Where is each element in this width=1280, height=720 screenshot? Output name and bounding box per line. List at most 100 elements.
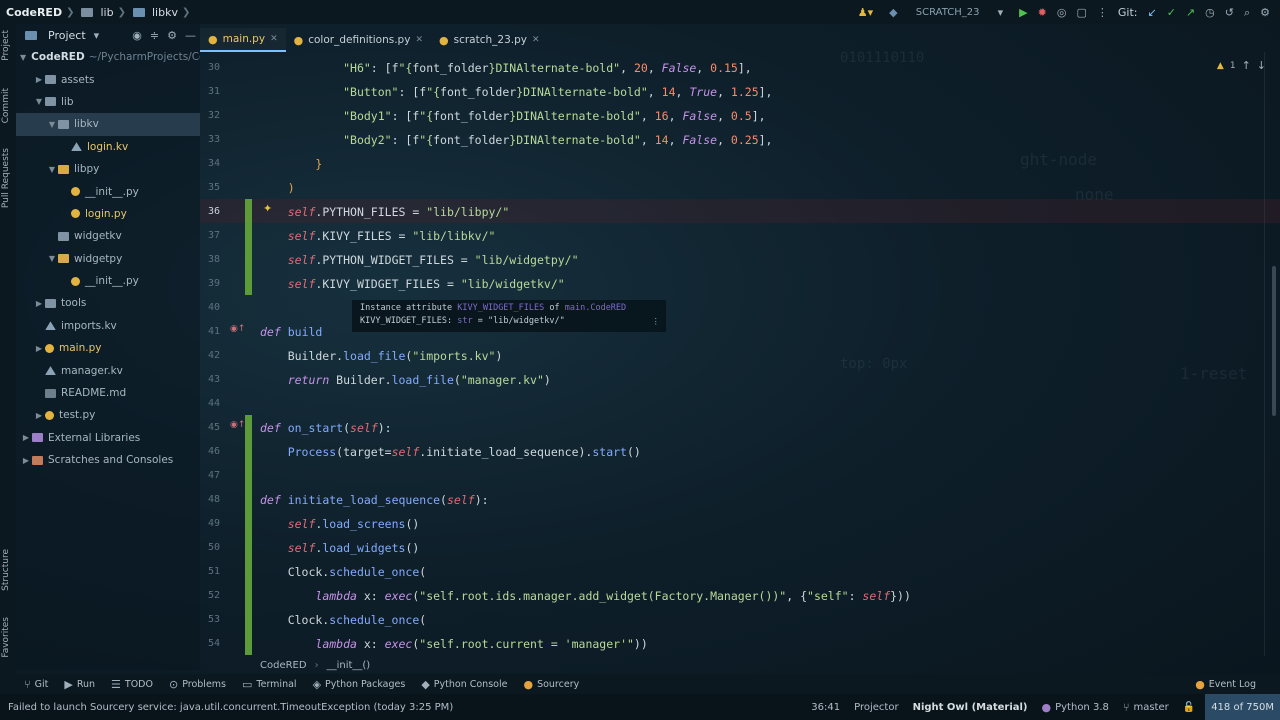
code-line[interactable]: "Body1": [f"{font_folder}DINAlternate-bo… [260,104,765,128]
chevron-right-icon[interactable]: ▶ [20,456,32,465]
code-line[interactable]: Builder.load_file("imports.kv") [260,344,503,368]
code-line[interactable]: self.PYTHON_FILES = "lib/libpy/" [260,200,510,224]
target-icon[interactable]: ◉ [132,30,142,41]
more-icon[interactable]: ⋮ [1097,7,1108,18]
tab-main-py[interactable]: ● main.py ✕ [200,28,286,52]
code-line[interactable]: "Body2": [f"{font_folder}DINAlternate-bo… [260,128,772,152]
inspection-widget[interactable]: ▲ 1 ↑ ↓ [1217,60,1266,71]
tree-item[interactable]: __init__.py [16,270,200,292]
toolwindow-todo[interactable]: ☰ TODO [111,679,153,690]
code-line[interactable]: self.load_widgets() [260,536,420,560]
tree-item[interactable]: ▼ widgetpy [16,248,200,270]
tree-item[interactable]: __init__.py [16,180,200,202]
override-icon[interactable]: ◉↑ [230,325,245,334]
code-line[interactable]: self.KIVY_FILES = "lib/libkv/" [260,224,496,248]
status-message[interactable]: Failed to launch Sourcery service: java.… [8,702,797,713]
chevron-right-icon[interactable]: ▶ [20,433,32,442]
chevron-right-icon[interactable]: ▶ [33,344,45,353]
code-line[interactable]: def initiate_load_sequence(self): [260,488,489,512]
code-editor[interactable]: "H6": [f"{font_folder}DINAlternate-bold"… [260,56,1222,656]
tree-item[interactable]: ▶ assets [16,68,200,90]
branch-widget[interactable]: ⑂ master [1123,702,1169,713]
toolwindow-terminal[interactable]: ▭ Terminal [242,679,297,690]
toolwindow-python-packages[interactable]: ◈ Python Packages [313,679,406,690]
chevron-right-icon[interactable]: ▶ [33,75,45,84]
code-line[interactable]: "H6": [f"{font_folder}DINAlternate-bold"… [260,56,752,80]
tooltip-type[interactable]: str [457,316,472,326]
code-line[interactable]: ) [260,176,295,200]
git-commit-icon[interactable]: ✓ [1167,7,1176,18]
tree-item[interactable]: widgetkv [16,225,200,247]
tree-item[interactable]: ▶ test.py [16,404,200,426]
close-icon[interactable]: ✕ [532,35,540,45]
tree-item[interactable]: ▶ External Libraries [16,427,200,449]
chevron-down-icon[interactable]: ▼ [46,165,58,174]
tree-item[interactable]: ▼ lib [16,91,200,113]
history-icon[interactable]: ◷ [1205,7,1215,18]
git-push-icon[interactable]: ↗ [1186,7,1195,18]
search-icon[interactable]: ⌕ [1244,7,1250,18]
code-line[interactable]: "Button": [f"{font_folder}DINAlternate-b… [260,80,772,104]
theme-widget[interactable]: Night Owl (Material) [913,702,1028,713]
run-config-select[interactable]: ◆ SCRATCH_23 ▾ [883,2,1009,22]
tree-item[interactable]: ▶ tools [16,292,200,314]
breadcrumb-project[interactable]: CodeRED [6,6,62,19]
projector-widget[interactable]: Projector [854,702,898,713]
tool-pull-requests[interactable]: Pull Requests [1,148,11,208]
tree-item[interactable]: README.md [16,382,200,404]
breadcrumb-class[interactable]: CodeRED [260,660,307,671]
close-icon[interactable]: ✕ [270,34,278,44]
breadcrumb-lib[interactable]: lib [100,6,113,19]
breadcrumb-method[interactable]: __init__() [327,660,371,671]
tooltip-class[interactable]: main.CodeRED [565,303,626,313]
tree-item[interactable]: ▶ main.py [16,337,200,359]
chevron-down-icon[interactable]: ▼ [46,120,58,129]
memory-indicator[interactable]: 418 of 750M [1205,694,1280,720]
tree-item[interactable]: ▼ libpy [16,158,200,180]
chevron-down-icon[interactable]: ▼ [20,53,26,62]
settings-icon[interactable]: ⚙ [1260,7,1270,18]
gear-icon[interactable]: ⚙ [167,30,177,41]
project-title[interactable]: Project [48,29,86,42]
lock-icon[interactable]: 🔓 [1183,702,1195,713]
chevron-right-icon[interactable]: ▶ [33,411,45,420]
more-icon[interactable]: ⋮ [652,317,661,327]
chevron-down-icon[interactable]: ▼ [33,97,45,106]
tool-favorites[interactable]: Favorites [1,617,11,658]
tooltip-attr[interactable]: KIVY_WIDGET_FILES [457,303,544,313]
run-icon[interactable]: ▶ [1019,7,1027,18]
code-line[interactable]: self.load_screens() [260,512,420,536]
editor-scrollbar[interactable] [1272,266,1276,416]
toolwindow-run[interactable]: ▶ Run [64,679,95,690]
toolwindow-python-console[interactable]: ◆ Python Console [421,679,507,690]
code-line[interactable]: return Builder.load_file("manager.kv") [260,368,551,392]
arrow-up-icon[interactable]: ↑ [1242,60,1251,71]
toolwindow-git[interactable]: ⑂ Git [24,679,48,690]
chevron-right-icon[interactable]: ▶ [33,299,45,308]
debug-icon[interactable]: ✹ [1038,7,1047,18]
tab-scratch-23-py[interactable]: ● scratch_23.py ✕ [431,28,548,52]
collapse-icon[interactable]: ≑ [150,30,159,41]
breadcrumb-libkv[interactable]: libkv [152,6,178,19]
tool-project[interactable]: Project [1,30,11,61]
code-line[interactable]: def build [260,320,322,344]
tree-item[interactable]: login.kv [16,136,200,158]
toolwindow-sourcery[interactable]: ● Sourcery [523,679,579,690]
code-line[interactable]: self.PYTHON_WIDGET_FILES = "lib/widgetpy… [260,248,579,272]
code-line[interactable]: def on_start(self): [260,416,392,440]
tree-item[interactable]: ▼ CodeRED ~/PycharmProjects/Co [16,46,200,68]
code-line[interactable]: Process(target=self.initiate_load_sequen… [260,440,641,464]
code-line[interactable]: Clock.schedule_once( [260,608,427,632]
chevron-down-icon[interactable]: ▼ [46,254,58,263]
event-log-button[interactable]: ● Event Log [1195,679,1256,690]
tree-item[interactable]: ▼ libkv [16,113,200,136]
code-line[interactable]: } [260,152,322,176]
code-line[interactable]: lambda x: exec("self.root.ids.manager.ad… [260,584,911,608]
user-icon[interactable]: ♟▾ [858,7,873,18]
tree-item[interactable]: ▶ Scratches and Consoles [16,449,200,471]
close-icon[interactable]: ✕ [415,35,423,45]
tree-item[interactable]: imports.kv [16,315,200,337]
rollback-icon[interactable]: ↺ [1225,7,1234,18]
tool-commit[interactable]: Commit [1,88,11,123]
toolwindow-problems[interactable]: ⊙ Problems [169,679,226,690]
